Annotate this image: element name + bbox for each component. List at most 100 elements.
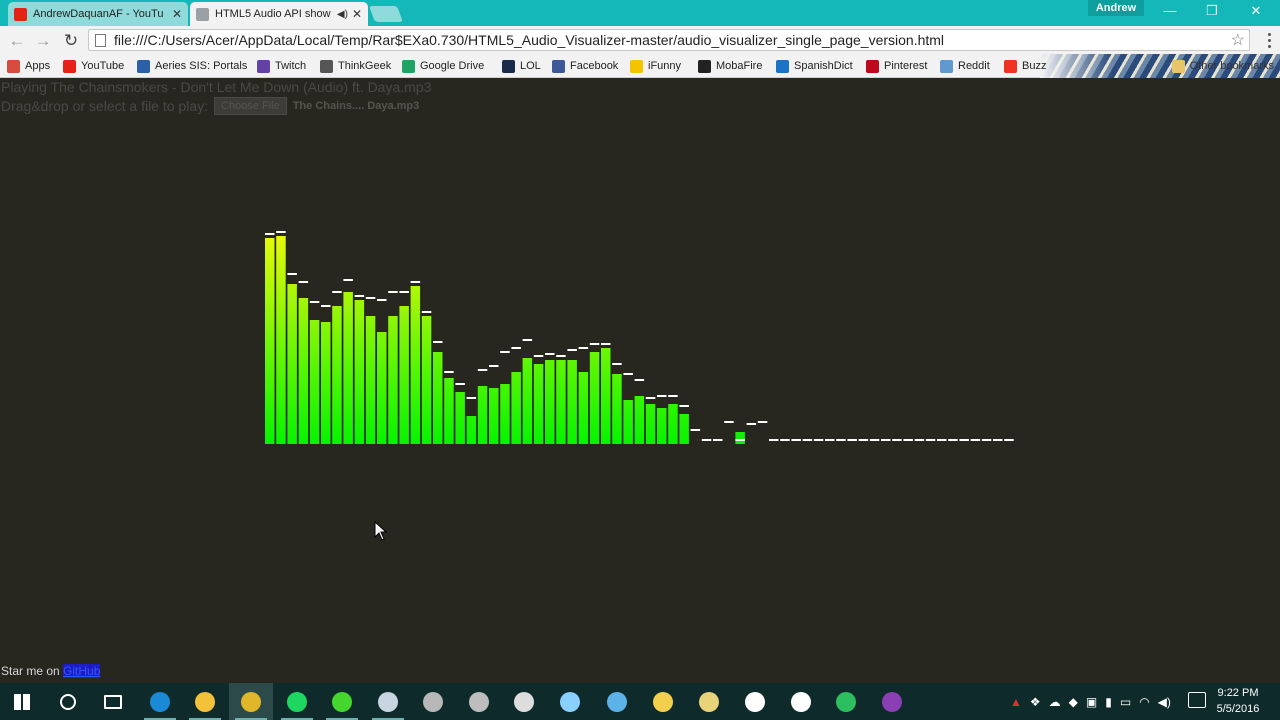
close-button[interactable]: ✕: [1234, 0, 1278, 22]
bookmark-twitch[interactable]: Twitch: [257, 58, 306, 74]
taskbar-task-view[interactable]: [91, 683, 135, 720]
peak-cap: [377, 299, 387, 301]
tray-app-icon[interactable]: ▲: [1010, 695, 1022, 709]
taskbar-winrar[interactable]: [870, 683, 914, 720]
peak-cap: [690, 429, 701, 431]
peak-cap: [421, 311, 432, 313]
bookmark-label: Aeries SIS: Portals: [155, 60, 248, 72]
tab-html5-audio[interactable]: HTML5 Audio API show ◀) ✕: [190, 2, 368, 26]
volume-icon[interactable]: ◀): [1158, 695, 1171, 709]
back-button[interactable]: ←: [6, 30, 28, 52]
speaker-icon[interactable]: ◀): [337, 9, 348, 20]
taskbar-film[interactable]: [457, 683, 501, 720]
peak-cap: [444, 371, 454, 373]
peak-cap: [634, 379, 645, 381]
minimize-button[interactable]: —: [1148, 0, 1192, 22]
spectrum-bar: [657, 408, 667, 444]
taskbar-obs[interactable]: [502, 683, 546, 720]
taskbar-folder[interactable]: [641, 683, 685, 720]
spotify-icon: [287, 691, 307, 712]
new-tab-button[interactable]: [369, 6, 403, 22]
notification-icon[interactable]: [1188, 692, 1206, 708]
clock[interactable]: 9:22 PM 5/5/2016: [1210, 685, 1266, 717]
bookmark-buzz[interactable]: Buzz: [1004, 58, 1046, 74]
peak-cap: [679, 405, 689, 407]
peak-cap: [701, 439, 712, 441]
close-icon[interactable]: ✕: [172, 7, 182, 21]
spectrum-bar: [668, 404, 678, 444]
peak-cap: [948, 439, 958, 441]
bookmark-reddit[interactable]: Reddit: [940, 58, 990, 74]
spectrum-bar: [623, 400, 633, 444]
bookmark-pinterest[interactable]: Pinterest: [866, 58, 927, 74]
bookmark-thinkgeek[interactable]: ThinkGeek: [320, 58, 391, 74]
bookmark-aeries-sis-portals[interactable]: Aeries SIS: Portals: [137, 58, 247, 74]
bookmark-google-drive[interactable]: Google Drive: [402, 58, 484, 74]
taskbar-paint[interactable]: [687, 683, 731, 720]
peak-cap: [433, 341, 443, 343]
wifi-icon[interactable]: ◠: [1139, 695, 1149, 709]
bookmark-ifunny[interactable]: iFunny: [630, 58, 681, 74]
profile-button[interactable]: Andrew: [1088, 0, 1144, 16]
mobafire-icon: [698, 59, 711, 73]
onedrive-icon[interactable]: ☁: [1049, 695, 1061, 709]
bookmark-youtube[interactable]: YouTube: [63, 58, 124, 74]
bookmark-mobafire[interactable]: MobaFire: [698, 58, 762, 74]
taskbar-spotify[interactable]: [275, 683, 319, 720]
film-icon: [469, 691, 489, 712]
buzzfeed-icon: [1004, 59, 1017, 73]
spectrum-bar: [265, 238, 275, 444]
other-bookmarks[interactable]: Other bookmarks: [1171, 58, 1274, 74]
spectrum-bar: [477, 386, 488, 444]
taskbar-window[interactable]: [595, 683, 639, 720]
taskbar-edge[interactable]: [138, 683, 182, 720]
battery-icon[interactable]: ▭: [1120, 695, 1131, 709]
taskbar-chess[interactable]: [733, 683, 777, 720]
taskbar-chrome[interactable]: [229, 683, 273, 720]
spectrum-bar: [444, 378, 454, 444]
spectrum-bar: [612, 374, 622, 444]
chrome-icon: [241, 691, 261, 712]
chrome-menu-icon[interactable]: [1262, 30, 1276, 50]
taskbar-cortana-search[interactable]: [46, 683, 90, 720]
peak-cap: [802, 439, 813, 441]
address-bar[interactable]: file:///C:/Users/Acer/AppData/Local/Temp…: [88, 29, 1250, 51]
spectrum-bar: [287, 284, 297, 444]
bookmark-apps[interactable]: Apps: [7, 58, 50, 74]
peak-cap: [287, 273, 297, 275]
bookmark-facebook[interactable]: Facebook: [552, 58, 618, 74]
peak-cap: [522, 339, 533, 341]
tray-app-icon[interactable]: ◆: [1069, 695, 1078, 709]
peak-cap: [825, 439, 835, 441]
tab-label: HTML5 Audio API show: [215, 8, 331, 20]
peak-cap: [623, 373, 633, 375]
bookmark-label: iFunny: [648, 60, 682, 72]
bookmark-star-icon[interactable]: ☆: [1231, 30, 1245, 50]
tab-youtube[interactable]: AndrewDaquanAF - YouTu ✕: [8, 2, 188, 26]
close-icon[interactable]: ✕: [352, 7, 362, 21]
url-text[interactable]: file:///C:/Users/Acer/AppData/Local/Temp…: [114, 32, 1231, 48]
dropbox-icon[interactable]: ❖: [1030, 695, 1041, 709]
github-link[interactable]: GitHub: [63, 664, 101, 678]
restore-button[interactable]: ❐: [1190, 0, 1234, 22]
bookmark-label: MobaFire: [716, 60, 763, 72]
forward-button[interactable]: →: [32, 30, 54, 52]
taskbar-windows-start[interactable]: [0, 683, 44, 720]
taskbar-evernote[interactable]: [824, 683, 868, 720]
taskbar-character[interactable]: [548, 683, 592, 720]
taskbar-file-explorer[interactable]: [183, 683, 227, 720]
taskbar-razer[interactable]: [320, 683, 364, 720]
peak-cap: [724, 421, 734, 423]
tray-app-icon[interactable]: ▣: [1086, 695, 1097, 709]
bookmark-spanishdict[interactable]: SpanishDict: [776, 58, 853, 74]
spectrum-bar: [545, 360, 555, 444]
taskbar-steam[interactable]: [366, 683, 410, 720]
taskbar-groove[interactable]: [779, 683, 823, 720]
usb-icon[interactable]: ▮: [1105, 695, 1112, 709]
taskbar-shield[interactable]: [411, 683, 455, 720]
reload-button[interactable]: ↻: [60, 30, 82, 52]
spectrum-bar: [410, 286, 421, 444]
edge-icon: [150, 691, 170, 712]
bookmark-lol[interactable]: LOL: [502, 58, 541, 74]
page-content: Playing The Chainsmokers - Don't Let Me …: [0, 79, 1280, 683]
